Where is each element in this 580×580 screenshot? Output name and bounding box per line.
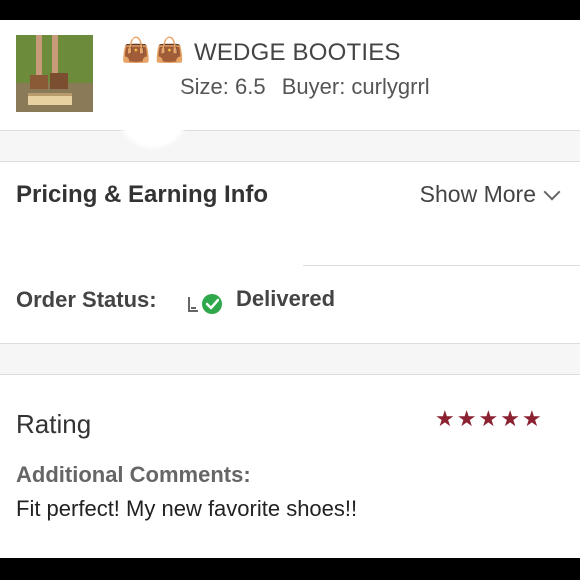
redaction-mark — [118, 78, 188, 148]
star-icon: ★ — [521, 406, 542, 431]
listing-meta: Size: 6.5 Buyer: curlygrrl — [180, 74, 440, 100]
star-icon: ★ — [500, 406, 520, 431]
delivered-check-icon — [188, 294, 222, 314]
order-status-value: Delivered — [236, 286, 336, 311]
redaction-mark — [0, 207, 303, 267]
handbag-icon: 👜 — [121, 37, 151, 64]
buyer-text: Buyer: curlygrrl — [281, 74, 430, 99]
show-more-label: Show More — [419, 181, 536, 207]
listing-thumbnail[interactable] — [16, 35, 93, 112]
size-text: Size: 6.5 — [180, 74, 266, 99]
order-status-label: Order Status: — [16, 287, 157, 312]
comments-label: Additional Comments: — [16, 462, 251, 487]
rating-section: Rating ★ ★ ★ ★ ★ Additional Comments: Fi… — [0, 374, 580, 558]
handbag-icon: 👜 — [154, 37, 185, 64]
listing-header[interactable]: 👜 👜 WEDGE BOOTIES Size: 6.5 Buyer: curly… — [0, 20, 580, 148]
rating-title: Rating — [16, 409, 92, 439]
chevron-down-icon — [543, 183, 561, 200]
show-more-button[interactable]: Show More — [419, 181, 561, 208]
pricing-title: Pricing & Earning Info — [16, 181, 269, 208]
star-icon: ★ — [478, 406, 499, 431]
order-detail-panel: 👜 👜 WEDGE BOOTIES Size: 6.5 Buyer: curly… — [0, 20, 580, 558]
star-icon: ★ — [456, 406, 477, 431]
star-icon: ★ — [435, 406, 455, 431]
order-status-section: Order Status: Delivered — [0, 266, 580, 344]
boots-photo-icon — [16, 35, 93, 112]
pricing-section: Pricing & Earning Info Show More — [0, 161, 580, 267]
listing-emojis: 👜 👜 — [121, 36, 185, 66]
star-rating: ★ ★ ★ ★ ★ — [435, 407, 542, 431]
screen: 👜 👜 WEDGE BOOTIES Size: 6.5 Buyer: curly… — [0, 0, 580, 580]
listing-title: WEDGE BOOTIES — [194, 39, 401, 66]
bottom-bar — [0, 558, 580, 580]
comments-text: Fit perfect! My new favorite shoes!! — [16, 496, 358, 521]
